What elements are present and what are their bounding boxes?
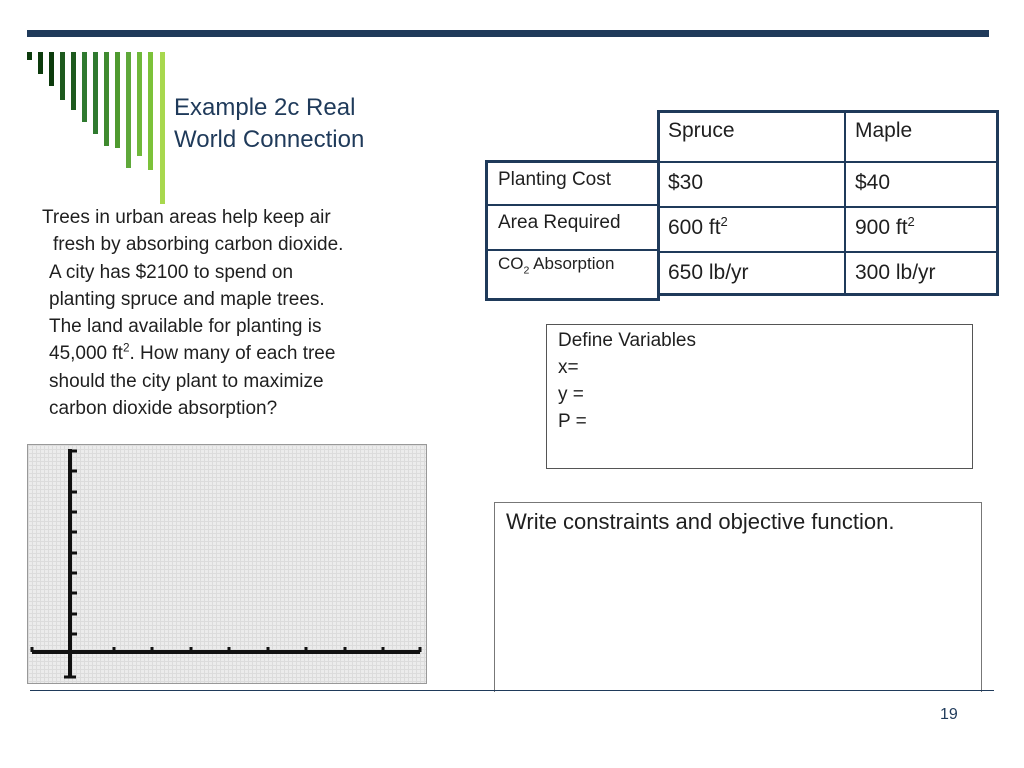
graph-area[interactable] bbox=[27, 444, 427, 684]
cell-maple-area: 900 ft2 bbox=[845, 208, 997, 251]
define-variables-heading: Define Variables bbox=[558, 330, 697, 351]
constraints-heading: Write constraints and objective function… bbox=[506, 509, 895, 534]
cell-spruce-area: 600 ft2 bbox=[658, 208, 844, 251]
stripe-13 bbox=[160, 52, 165, 204]
header-spruce: Spruce bbox=[668, 119, 735, 142]
title-line-1: Example 2c Real bbox=[174, 94, 356, 121]
variable-y: y = bbox=[558, 384, 584, 405]
cell-maple-cost: $40 bbox=[855, 171, 891, 194]
slide-title: Example 2c Real World Connection bbox=[174, 92, 434, 156]
stripe-5 bbox=[71, 52, 76, 110]
header-maple: Maple bbox=[855, 119, 913, 142]
axes-graph bbox=[30, 449, 422, 679]
problem-line-2: fresh by absorbing carbon dioxide. bbox=[53, 234, 344, 256]
constraints-box[interactable]: Write constraints and objective function… bbox=[494, 502, 982, 692]
cell-maple-area-sup: 2 bbox=[907, 214, 915, 229]
problem-line-3: A city has $2100 to spend on bbox=[49, 261, 294, 283]
stripe-2 bbox=[38, 52, 43, 74]
title-line-2: World Connection bbox=[174, 126, 365, 153]
absorption-text: Absorption bbox=[529, 254, 615, 273]
cell-spruce-cost: $30 bbox=[668, 171, 704, 194]
stripe-8 bbox=[104, 52, 109, 146]
stripe-7 bbox=[93, 52, 98, 134]
problem-line-1: Trees in urban areas help keep air bbox=[42, 207, 331, 228]
problem-line-6-text: 45,000 ft bbox=[49, 343, 123, 365]
row-label-area-required: Area Required bbox=[498, 212, 621, 233]
co2-text: CO bbox=[498, 254, 524, 273]
cell-spruce-area-text: 600 ft bbox=[668, 216, 721, 239]
problem-line-7: should the city plant to maximize bbox=[49, 370, 324, 392]
define-variables-box[interactable]: Define Variables x= y = P = bbox=[546, 324, 973, 469]
stripe-10 bbox=[126, 52, 131, 168]
stripe-1 bbox=[27, 52, 32, 60]
stripe-9 bbox=[115, 52, 120, 148]
problem-line-5: The land available for planting is bbox=[49, 316, 322, 338]
stripe-4 bbox=[60, 52, 65, 100]
cell-spruce-co2: 650 lb/yr bbox=[668, 261, 749, 284]
row-label-co2-absorption: CO2 Absorption bbox=[487, 246, 657, 291]
problem-statement: Trees in urban areas help keep air fresh… bbox=[36, 204, 416, 422]
cell-maple-co2: 300 lb/yr bbox=[855, 261, 936, 284]
problem-line-6-text-end: . How many of each tree bbox=[129, 343, 336, 365]
top-accent-bar bbox=[27, 30, 989, 37]
stripe-6 bbox=[82, 52, 87, 122]
variable-x: x= bbox=[558, 357, 579, 378]
problem-line-8: carbon dioxide absorption? bbox=[49, 398, 278, 420]
footer-line bbox=[30, 690, 994, 691]
stripe-12 bbox=[148, 52, 153, 170]
problem-line-6: 45,000 ft2. How many of each tree bbox=[36, 340, 416, 367]
variable-p: P = bbox=[558, 411, 587, 432]
stripe-11 bbox=[137, 52, 142, 156]
page-number: 19 bbox=[940, 706, 958, 723]
stripe-3 bbox=[49, 52, 54, 86]
cell-spruce-area-sup: 2 bbox=[720, 214, 728, 229]
problem-line-4: planting spruce and maple trees. bbox=[49, 288, 325, 310]
row-label-planting-cost: Planting Cost bbox=[498, 169, 612, 190]
cell-maple-area-text: 900 ft bbox=[855, 216, 908, 239]
